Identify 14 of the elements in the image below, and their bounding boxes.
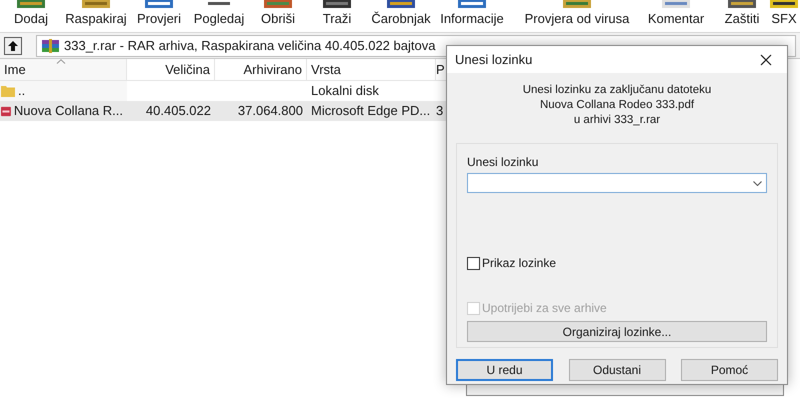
- table-cell-text: Nuova Collana R...: [14, 102, 123, 120]
- table-cell-text: Microsoft Edge PD...: [311, 102, 430, 120]
- checkbox-label: Prikaz lozinke: [482, 255, 556, 272]
- table-cell-text: 3: [436, 102, 444, 120]
- message-line: Nuova Collana Rodeo 333.pdf: [540, 98, 694, 112]
- field-label: Unesi lozinku: [467, 154, 540, 170]
- message-line: u arhivi 333_r.rar: [574, 113, 660, 127]
- table-cell-text: 37.064.800: [238, 102, 303, 120]
- table-cell-text: ..: [18, 82, 26, 100]
- message-line: Unesi lozinku za zaključanu datoteku: [522, 83, 712, 97]
- checkbox-label: Upotrijebi za sve arhive: [482, 300, 607, 317]
- address-text: 333_r.rar - RAR arhiva, Raspakirana veličina 40.405.022 bajtova: [64, 36, 436, 55]
- table-cell-text: 40.405.022: [146, 102, 211, 120]
- table-cell-text: Lokalni disk: [311, 82, 379, 100]
